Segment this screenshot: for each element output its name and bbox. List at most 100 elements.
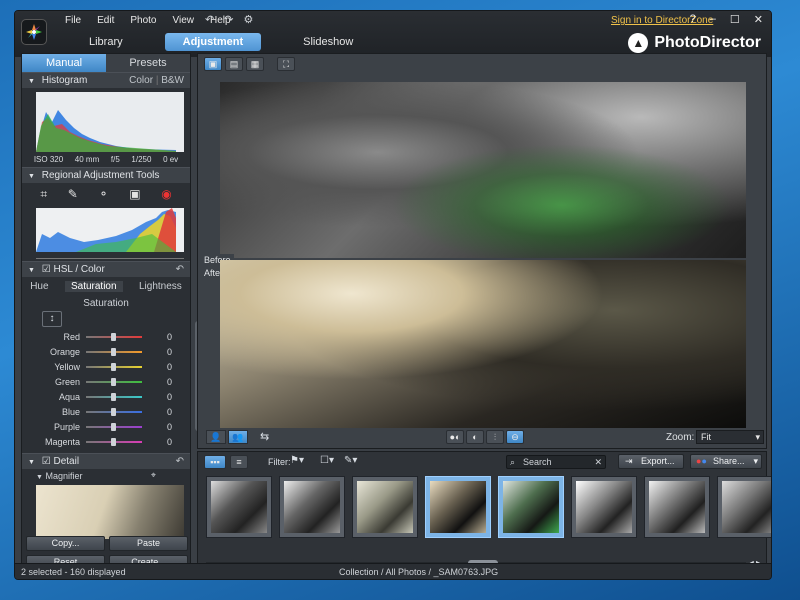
tab-presets[interactable]: Presets [106,54,190,72]
brand-name: PhotoDirector [654,34,761,51]
hsl-slider[interactable] [86,437,142,446]
hsl-row: Magenta 0 [22,434,190,449]
paste-button[interactable]: Paste [109,536,188,551]
single-person-icon[interactable]: 👤 [206,430,226,444]
minimize-button[interactable]: – [710,13,716,26]
filmstrip-thumbnail[interactable] [425,476,491,538]
filmstrip-thumbnail[interactable] [571,476,637,538]
fullscreen-icon[interactable]: ⛶ [277,57,295,71]
spot-removal-icon[interactable]: ⚬ [98,187,108,202]
flag-filter-icon[interactable]: ⚑▾ [290,455,304,466]
tab-slideshow[interactable]: Slideshow [285,33,371,51]
edit-filter-icon[interactable]: ✎▾ [344,455,357,466]
thumbnail-row [206,476,771,538]
red-eye-icon[interactable]: ◉ [161,187,171,202]
zoom-select[interactable]: Fit ▾ [696,430,764,444]
hsl-row: Blue 0 [22,404,190,419]
filmstrip-thumbnail[interactable] [279,476,345,538]
tab-library[interactable]: Library [71,33,141,51]
maximize-button[interactable]: ☐ [730,13,740,26]
mode-color[interactable]: Color [129,75,153,86]
magnifier-title: Magnifier [45,471,83,481]
rotate-icon[interactable]: ⇆ [260,430,269,443]
horizontal-split-icon[interactable]: ⊖ [506,430,524,444]
before-image [220,82,746,258]
compare-view-icon[interactable]: ▤ [225,57,243,71]
filmstrip-thumbnail[interactable] [498,476,564,538]
export-button[interactable]: ⇥ Export... [618,454,684,469]
split-mode-icon[interactable]: ●◐ [446,430,464,444]
app-logo-icon[interactable] [21,19,47,45]
grid-view-icon[interactable]: ▦ [246,57,264,71]
settings-gear-icon[interactable]: ⚙ [243,13,253,26]
menu-photo[interactable]: Photo [122,13,164,28]
slider-thumb[interactable] [111,362,116,371]
filmstrip-thumbnail[interactable] [717,476,771,538]
hsl-slider[interactable] [86,377,142,386]
menu-edit[interactable]: Edit [89,13,122,28]
vertical-split-icon[interactable]: ⫶ [486,430,504,444]
current-path: Collection / All Photos / _SAM0763.JPG [339,567,499,577]
tab-lightness[interactable]: Lightness [139,281,182,292]
copy-button[interactable]: Copy... [26,536,105,551]
detail-header[interactable]: ▼ ☑ Detail ↶ [22,453,190,469]
thumbnail-image [211,481,267,533]
slider-thumb[interactable] [111,332,116,341]
slider-thumb[interactable] [111,392,116,401]
hsl-header[interactable]: ▼ ☑ HSL / Color ↶ [22,261,190,277]
exif-info: ISO 320 40 mm f/5 1/250 0 ev [22,152,190,167]
tab-adjustment[interactable]: Adjustment [164,33,262,51]
tab-saturation[interactable]: Saturation [64,281,123,292]
filmstrip-thumbnail[interactable] [206,476,272,538]
close-button[interactable]: ✕ [754,13,763,26]
clear-search-icon[interactable]: ✕ [594,456,602,468]
graduated-filter-icon[interactable]: ▣ [129,187,140,202]
two-person-icon[interactable]: 👥 [228,430,248,444]
list-view-icon[interactable]: ≡ [230,455,248,469]
filmstrip-thumbnail[interactable] [644,476,710,538]
filmstrip-thumbnail[interactable] [352,476,418,538]
menu-file[interactable]: File [57,13,89,28]
chevron-down-icon: ▾ [753,456,758,466]
single-view-icon[interactable]: ▣ [204,57,222,71]
tab-hue[interactable]: Hue [30,281,48,292]
hsl-row-label: Green [54,376,80,387]
hsl-enable-checkbox[interactable]: ☑ [42,264,51,275]
hsl-title: HSL / Color [53,264,105,275]
collapse-triangle-icon: ▼ [28,267,35,274]
brush-icon[interactable]: ✎ [68,187,78,202]
search-input[interactable]: ⌕ Search ✕ [506,455,606,469]
filmstrip-view-icon[interactable]: ▪▪▪ [204,455,226,469]
half-mode-icon[interactable]: ◐ [466,430,484,444]
crop-icon[interactable]: ⌗ [40,187,47,202]
redo-icon[interactable]: ↷ [224,13,233,26]
regional-header[interactable]: ▼ Regional Adjustment Tools [22,167,190,183]
hsl-slider[interactable] [86,332,142,341]
histogram-header[interactable]: ▼ Histogram Color | B&W [22,72,190,88]
slider-thumb[interactable] [111,437,116,446]
hsl-slider[interactable] [86,362,142,371]
tab-manual[interactable]: Manual [22,54,106,72]
slider-thumb[interactable] [111,407,116,416]
hsl-slider[interactable] [86,347,142,356]
menu-view[interactable]: View [165,13,203,28]
targeted-adjust-icon[interactable]: ↕ [42,311,62,327]
share-button[interactable]: ●● Share... ▾ [690,454,762,469]
hsl-slider[interactable] [86,422,142,431]
reset-arrow-icon[interactable]: ↶ [176,454,184,470]
hsl-slider[interactable] [86,392,142,401]
detail-enable-checkbox[interactable]: ☑ [42,456,51,467]
slider-thumb[interactable] [111,377,116,386]
share-label: Share... [713,456,745,466]
hsl-slider[interactable] [86,407,142,416]
mode-bw[interactable]: B&W [161,75,184,86]
thumbnail-image [284,481,340,533]
undo-icon[interactable]: ↶ [205,13,214,26]
label-filter-icon[interactable]: ☐▾ [320,455,334,466]
crosshair-icon[interactable]: ⌖ [151,470,156,481]
reset-arrow-icon[interactable]: ↶ [176,262,184,278]
help-button[interactable]: ? [690,13,696,26]
collapse-triangle-icon: ▼ [28,173,35,180]
slider-thumb[interactable] [111,347,116,356]
slider-thumb[interactable] [111,422,116,431]
